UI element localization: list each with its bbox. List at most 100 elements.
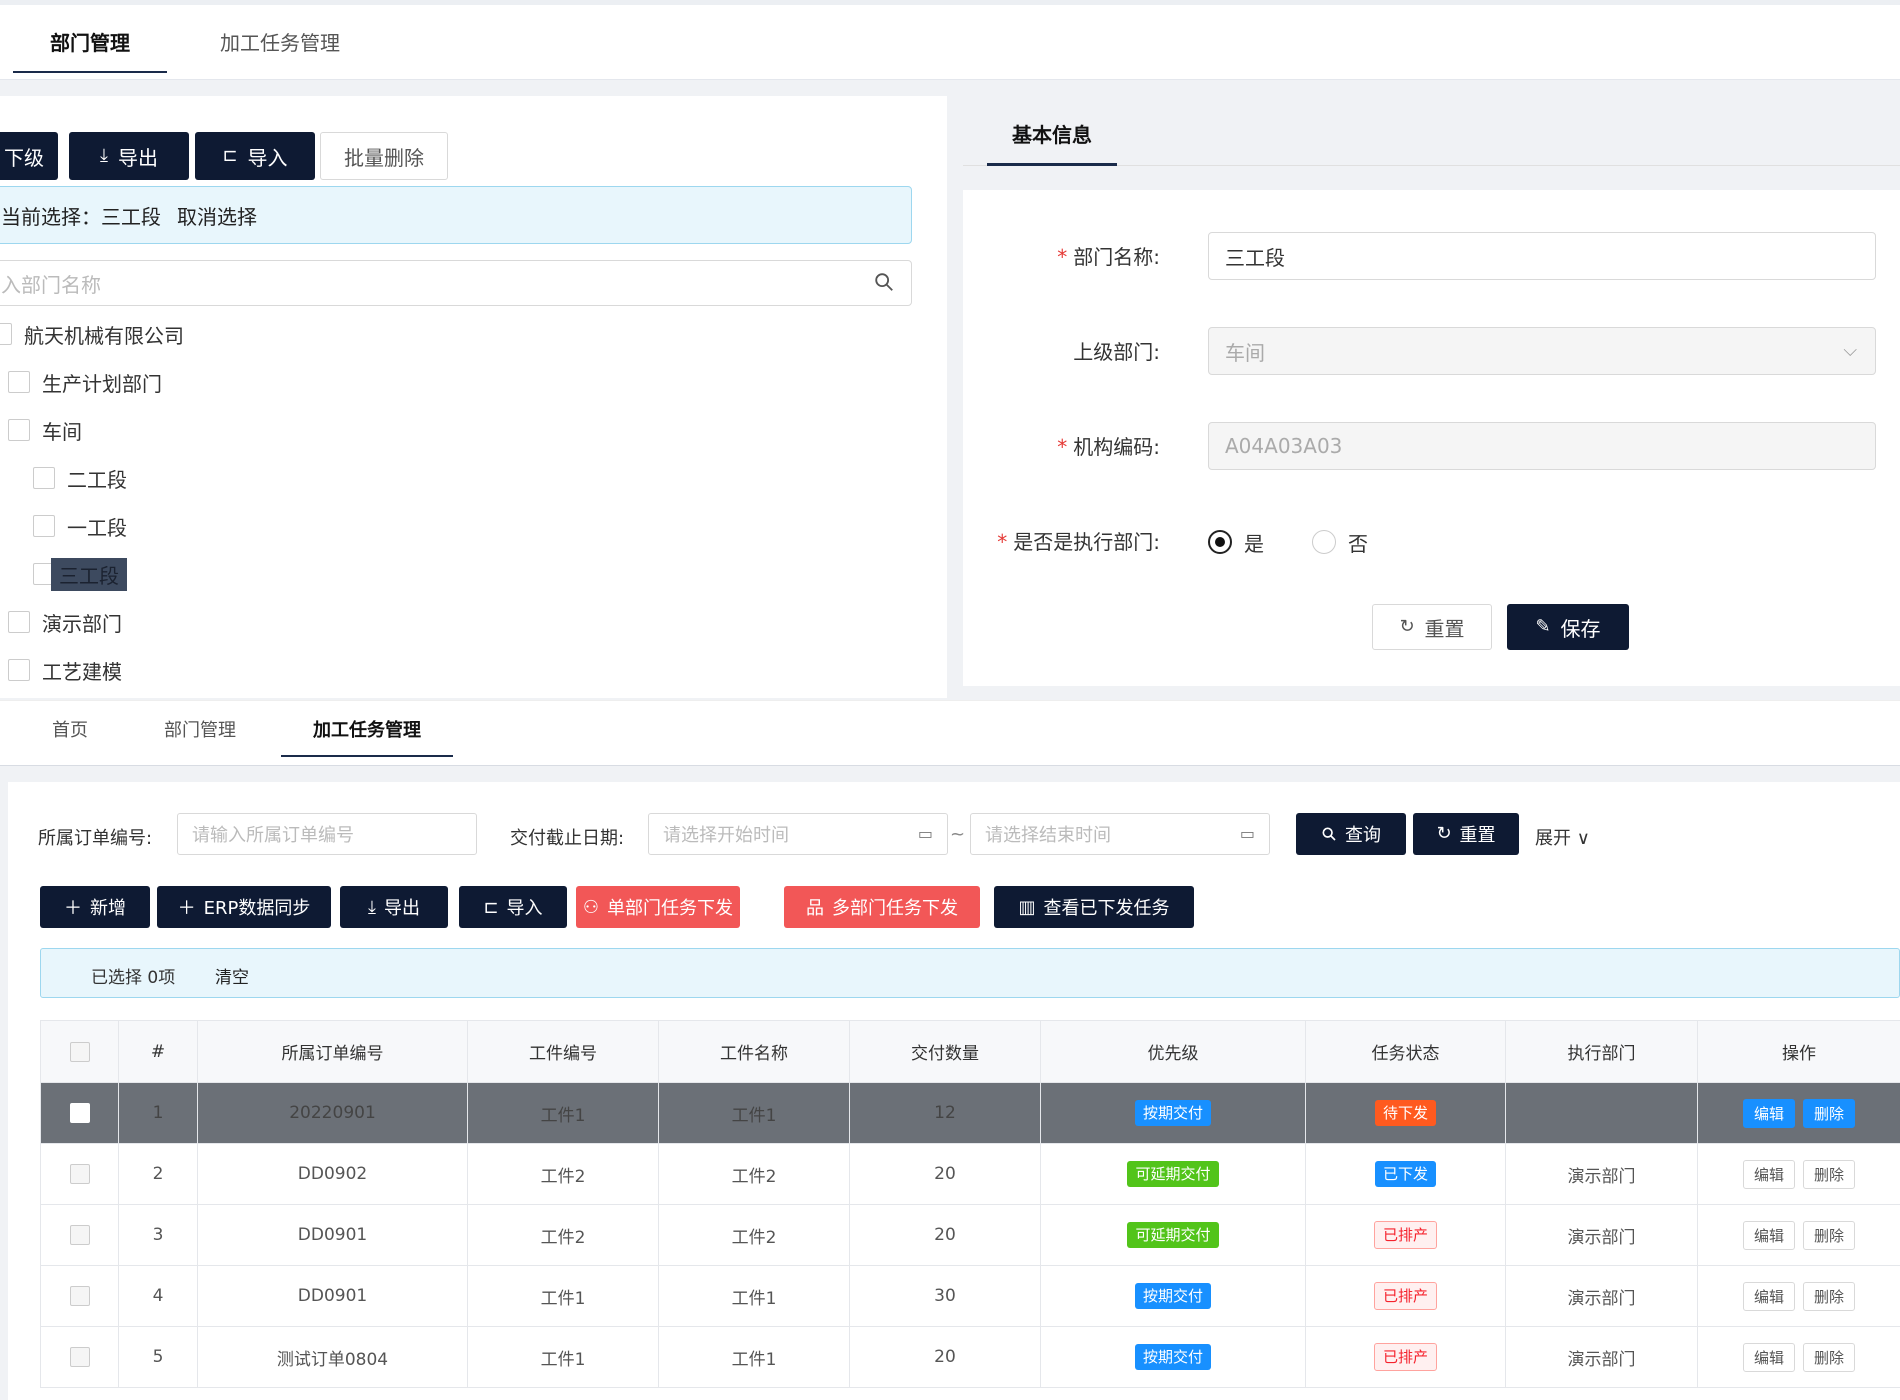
batch-delete-button[interactable]: 批量删除 [320, 132, 448, 180]
part-name: 工件1 [658, 1326, 850, 1388]
tab-basic-info[interactable]: 基本信息 [987, 116, 1117, 166]
priority-tag: 可延期交付 [1127, 1161, 1219, 1187]
radio-no[interactable] [1312, 530, 1336, 554]
table-export-label: 导出 [383, 898, 420, 919]
save-button[interactable]: ✎ 保存 [1507, 604, 1629, 650]
cancel-selection-link[interactable]: 取消选择 [177, 201, 257, 230]
filter-reset-label: 重置 [1459, 825, 1496, 846]
quantity: 20 [849, 1204, 1041, 1266]
tree-checkbox[interactable] [8, 611, 30, 633]
part-no: 工件1 [467, 1326, 659, 1388]
tab-home[interactable]: 首页 [30, 709, 110, 757]
col-header: 任务状态 [1305, 1020, 1506, 1083]
tab-dept-management-2[interactable]: 部门管理 [150, 709, 250, 757]
search-icon[interactable] [873, 271, 895, 293]
erp-sync-button[interactable]: ＋ ERP数据同步 [157, 886, 331, 928]
tree-node-planning[interactable]: 生产计划部门 [8, 364, 162, 400]
priority-cell: 可延期交付 [1040, 1143, 1306, 1205]
tree-node-label: 航天机械有限公司 [24, 323, 184, 348]
table-row[interactable]: 3 DD0901 工件2 工件2 20 可延期交付 已排产 演示部门 编辑 删除 [40, 1204, 1900, 1266]
row-select-cell [40, 1326, 119, 1388]
start-date-input[interactable]: 请选择开始时间 ▭ [648, 813, 948, 855]
clear-selection-link[interactable]: 清空 [215, 963, 249, 988]
add-child-button[interactable]: 下级 [0, 132, 58, 180]
tree-checkbox[interactable] [0, 323, 12, 345]
tree-node-workshop[interactable]: 车间 [8, 412, 82, 448]
tree-node-demo[interactable]: 演示部门 [8, 604, 122, 640]
expand-toggle[interactable]: 展开 ∨ [1535, 824, 1590, 850]
edit-button[interactable]: 编辑 [1742, 1281, 1795, 1311]
download-icon: ⤓ [368, 896, 376, 918]
filter-reset-button[interactable]: ↻ 重置 [1413, 813, 1519, 855]
order-no-input[interactable]: 请输入所属订单编号 [177, 813, 477, 855]
tree-node-label: 生产计划部门 [42, 371, 162, 396]
row-checkbox[interactable] [69, 1103, 90, 1123]
edit-button[interactable]: 编辑 [1742, 1220, 1795, 1250]
single-dispatch-button[interactable]: ⚇ 单部门任务下发 [576, 886, 740, 928]
parent-dept-value: 车间 [1225, 340, 1265, 365]
tree-node-section-1[interactable]: 一工段 [33, 508, 127, 544]
table-row[interactable]: 5 测试订单0804 工件1 工件1 20 按期交付 已排产 演示部门 编辑 删除 [40, 1326, 1900, 1388]
right-tab-bar: 基本信息 [963, 96, 1900, 166]
edit-button[interactable]: 编辑 [1742, 1342, 1795, 1372]
import-button[interactable]: ⊏ 导入 [195, 132, 315, 180]
query-button[interactable]: 查询 [1296, 813, 1406, 855]
table-export-button[interactable]: ⤓ 导出 [340, 886, 448, 928]
tab-task-management-2[interactable]: 加工任务管理 [281, 709, 453, 757]
part-name: 工件2 [658, 1143, 850, 1205]
tree-checkbox[interactable] [8, 419, 30, 441]
tree-checkbox[interactable] [33, 515, 55, 537]
multi-dispatch-button[interactable]: 品 多部门任务下发 [784, 886, 980, 928]
tree-checkbox[interactable] [8, 659, 30, 681]
add-button[interactable]: ＋ 新增 [40, 886, 150, 928]
select-all-checkbox[interactable] [69, 1041, 90, 1062]
tree-checkbox[interactable] [8, 371, 30, 393]
dept-name-input[interactable]: 三工段 [1208, 232, 1876, 280]
table-row[interactable]: 2 DD0902 工件2 工件2 20 可延期交付 已下发 演示部门 编辑 删除 [40, 1143, 1900, 1205]
row-select-cell [40, 1265, 119, 1327]
priority-cell: 按期交付 [1040, 1326, 1306, 1388]
part-name: 工件2 [658, 1204, 850, 1266]
view-dispatched-button[interactable]: ▥ 查看已下发任务 [994, 886, 1194, 928]
tree-node-root[interactable]: 航天机械有限公司 [0, 316, 184, 352]
delete-button[interactable]: 删除 [1803, 1159, 1856, 1189]
end-date-input[interactable]: 请选择结束时间 ▭ [970, 813, 1270, 855]
row-checkbox[interactable] [69, 1347, 90, 1367]
priority-tag: 可延期交付 [1127, 1222, 1219, 1248]
single-dispatch-label: 单部门任务下发 [607, 898, 734, 919]
edit-button[interactable]: 编辑 [1742, 1159, 1795, 1189]
order-no-label: 所属订单编号: [38, 828, 153, 849]
row-checkbox[interactable] [69, 1164, 90, 1184]
table-import-button[interactable]: ⊏ 导入 [459, 886, 567, 928]
bottom-tab-bar: 首页 部门管理 加工任务管理 [0, 700, 1900, 766]
tree-node-label-selected: 三工段 [51, 557, 127, 591]
table-row[interactable]: 1 20220901 工件1 工件1 12 按期交付 待下发 编辑 删除 [40, 1082, 1900, 1144]
batch-delete-label: 批量删除 [344, 145, 424, 170]
row-checkbox[interactable] [69, 1286, 90, 1306]
table-row[interactable]: 4 DD0901 工件1 工件1 30 按期交付 已排产 演示部门 编辑 删除 [40, 1265, 1900, 1327]
reset-button[interactable]: ↻ 重置 [1372, 604, 1492, 650]
row-checkbox[interactable] [69, 1225, 90, 1245]
radio-yes[interactable] [1208, 530, 1232, 554]
delete-button[interactable]: 删除 [1803, 1220, 1856, 1250]
dept-search-input[interactable]: 入部门名称 [0, 260, 912, 306]
order-no: 20220901 [197, 1082, 468, 1144]
delete-button[interactable]: 删除 [1803, 1098, 1856, 1128]
edit-button[interactable]: 编辑 [1742, 1098, 1795, 1128]
tree-node-section-2[interactable]: 二工段 [33, 460, 127, 496]
exec-dept [1505, 1082, 1698, 1144]
search-placeholder: 入部门名称 [1, 272, 101, 297]
delete-button[interactable]: 删除 [1803, 1281, 1856, 1311]
priority-cell: 可延期交付 [1040, 1204, 1306, 1266]
delete-button[interactable]: 删除 [1803, 1342, 1856, 1372]
col-header: 执行部门 [1505, 1020, 1698, 1083]
edit-icon: ✎ [1535, 616, 1551, 637]
tree-node-section-3[interactable]: 三工段 [33, 556, 127, 592]
tab-task-management[interactable]: 加工任务管理 [205, 17, 355, 73]
exec-dept: 演示部门 [1505, 1326, 1698, 1388]
tree-checkbox[interactable] [33, 467, 55, 489]
code-row: * 机构编码: A04A03A03 [963, 422, 1900, 472]
tab-dept-management[interactable]: 部门管理 [13, 17, 167, 73]
tree-node-process-model[interactable]: 工艺建模 [8, 652, 122, 688]
export-button[interactable]: ⤓ 导出 [69, 132, 189, 180]
